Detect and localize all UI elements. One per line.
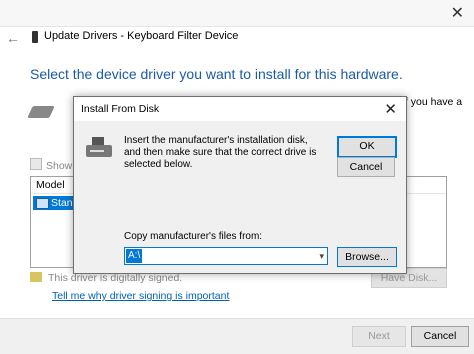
instruction-text: If you have a <box>402 96 463 108</box>
ok-button[interactable]: OK <box>337 136 397 158</box>
back-arrow-icon[interactable]: ← <box>6 30 20 46</box>
browse-button[interactable]: Browse... <box>337 247 397 267</box>
chevron-down-icon[interactable]: ▾ <box>319 248 324 264</box>
window-title-bar: ✕ <box>0 0 474 27</box>
path-value[interactable]: A:\ <box>126 249 143 263</box>
dialog-title: Install From Disk <box>81 103 160 115</box>
copy-from-label: Copy manufacturer's files from: <box>124 231 263 242</box>
close-icon[interactable]: ✕ <box>451 3 464 23</box>
driver-signing-link[interactable]: Tell me why driver signing is important <box>52 290 229 302</box>
path-combobox[interactable]: A:\ ▾ <box>124 247 328 265</box>
dialog-title-bar: Install From Disk ✕ <box>74 97 406 121</box>
close-icon[interactable]: ✕ <box>384 100 397 118</box>
dialog-cancel-button[interactable]: Cancel <box>337 157 395 177</box>
hardware-icon <box>27 106 55 118</box>
device-icon <box>32 31 38 43</box>
disk-drive-icon <box>86 137 112 159</box>
page-heading: Select the device driver you want to ins… <box>30 66 403 82</box>
certificate-icon <box>30 272 42 282</box>
next-button[interactable]: Next <box>352 326 406 347</box>
dialog-message: Insert the manufacturer's installation d… <box>124 135 317 170</box>
install-from-disk-dialog: Install From Disk ✕ Insert the manufactu… <box>73 96 407 274</box>
cancel-button[interactable]: Cancel <box>411 326 469 347</box>
driver-icon <box>36 198 49 209</box>
checkbox-box[interactable] <box>30 158 42 170</box>
wizard-title: Update Drivers - Keyboard Filter Device <box>44 30 239 42</box>
